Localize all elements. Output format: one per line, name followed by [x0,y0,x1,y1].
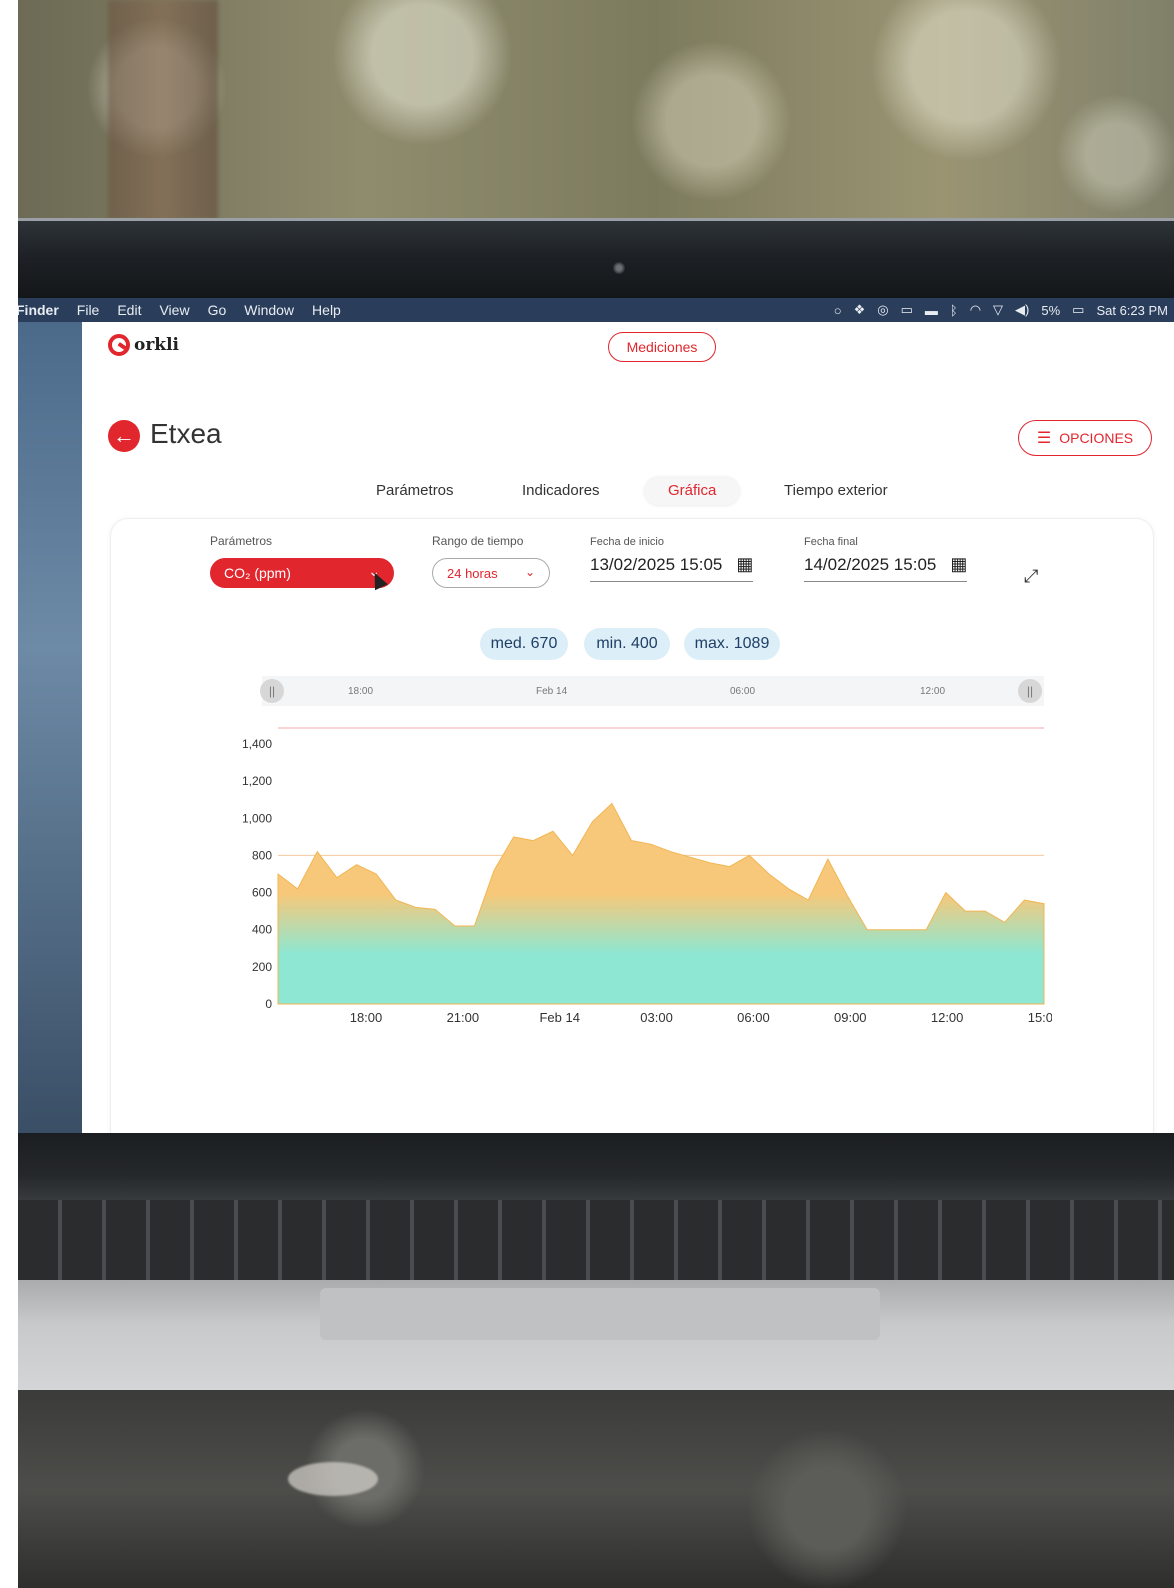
bluetooth-icon[interactable]: ᛒ [950,303,958,318]
volume-icon[interactable]: ◀) [1015,302,1029,318]
parameter-select[interactable]: CO₂ (ppm) ⌄ [210,558,394,588]
expand-icon[interactable]: ⤢ [1024,566,1038,587]
display-icon[interactable]: ▭ [901,302,913,318]
tab-tiempo-exterior[interactable]: Tiempo exterior [784,482,888,499]
y-tick-label: 800 [252,848,272,862]
navigator-right-handle[interactable]: || [1018,679,1042,703]
y-tick-label: 600 [252,886,272,900]
airplay-icon[interactable]: ▽ [993,302,1003,318]
back-arrow-icon[interactable]: ← [108,420,140,452]
calendar-icon[interactable]: ▦ [736,554,753,574]
x-tick-label: Feb 14 [539,1010,579,1025]
x-tick-label: 15:00 [1028,1010,1052,1025]
x-tick-label: 21:00 [447,1010,480,1025]
menu-view[interactable]: View [159,302,189,318]
mediciones-button[interactable]: Mediciones [608,332,716,362]
x-tick-label: 09:00 [834,1010,867,1025]
page-title: Etxea [150,418,222,449]
orkli-logo[interactable]: orkli [108,334,179,356]
co2-area-chart: 0 200 400 600 800 1,000 1,200 1,400 18:00 21:00 Fe… [242,727,1052,1025]
start-date-value: 13/02/2025 15:05 [590,555,723,574]
time-range-select[interactable]: 24 horas ⌄ [432,558,550,588]
stat-average: med. 670 [480,628,568,660]
logo-text: orkli [134,335,179,355]
pebble [288,1462,378,1496]
webcam [613,262,625,274]
x-tick-label: 06:00 [737,1010,770,1025]
trackpad [320,1288,880,1340]
stat-max: max. 1089 [684,628,780,660]
start-date-label: Fecha de inicio [590,536,664,548]
end-date-value: 14/02/2025 15:05 [804,555,937,574]
orkli-logo-icon [108,334,130,356]
left-edge [0,0,18,1588]
range-label: Rango de tiempo [432,534,524,548]
menu-window[interactable]: Window [244,302,294,318]
navigator-tick: 18:00 [348,686,374,697]
menu-file[interactable]: File [77,302,100,318]
laptop-hinge [18,1133,1174,1203]
creative-cloud-icon[interactable]: ◎ [877,302,888,318]
desktop-background [18,322,82,1133]
menu-go[interactable]: Go [208,302,227,318]
navigator-tick: 06:00 [730,686,756,697]
stat-min: min. 400 [584,628,670,660]
y-tick-label: 400 [252,923,272,937]
calendar-icon[interactable]: ▦ [950,554,967,574]
menu-finder[interactable]: Finder [18,302,59,318]
start-date-field[interactable]: 13/02/2025 15:05 ▦ [590,554,754,582]
tab-parametros[interactable]: Parámetros [376,482,454,499]
menu-help[interactable]: Help [312,302,341,318]
end-date-field[interactable]: 14/02/2025 15:05 ▦ [804,554,968,582]
table-surface [18,1390,1174,1588]
dropbox-icon[interactable]: ❖ [854,302,866,318]
clock[interactable]: Sat 6:23 PM [1096,303,1168,318]
macos-menubar: Finder File Edit View Go Window Help ○ ❖… [18,298,1174,322]
y-tick-label: 0 [265,997,272,1011]
end-date-label: Fecha final [804,536,858,548]
orkli-app-window: orkli Mediciones ← Etxea ☰ OPCIONES Pará… [82,322,1174,1133]
parameter-value: CO₂ (ppm) [224,565,291,581]
laptop-bezel [18,218,1174,298]
navigator-left-handle[interactable]: || [260,679,284,703]
y-tick-label: 1,200 [242,774,272,788]
range-value: 24 horas [447,565,498,581]
navigator-tick: Feb 14 [536,686,568,697]
chevron-down-icon: ⌄ [524,565,535,579]
x-tick-label: 18:00 [350,1010,383,1025]
laptop-keyboard [18,1200,1174,1280]
param-label: Parámetros [210,534,273,548]
x-tick-label: 03:00 [640,1010,673,1025]
background-photo [18,0,1174,220]
y-tick-label: 1,000 [242,811,272,825]
keyboard-icon[interactable]: ▬ [925,303,938,318]
co2-area-series [277,802,1045,1005]
tab-indicadores[interactable]: Indicadores [522,482,600,499]
y-tick-label: 1,400 [242,737,272,751]
battery-percent: 5% [1041,302,1061,318]
sliders-icon: ☰ [1036,430,1052,447]
tab-grafica[interactable]: Gráfica [644,476,741,505]
menu-edit[interactable]: Edit [117,302,141,318]
wifi-icon[interactable]: ◠ [970,302,981,318]
time-navigator[interactable]: || 18:00 Feb 14 06:00 12:00 || [260,676,1044,706]
options-label: OPCIONES [1059,430,1134,446]
y-tick-label: 200 [252,960,272,974]
options-button[interactable]: ☰ OPCIONES [1018,420,1152,456]
laptop-screen: Finder File Edit View Go Window Help ○ ❖… [18,298,1174,1133]
navigator-tick: 12:00 [920,686,946,697]
battery-icon[interactable]: ▭ [1072,302,1084,318]
status-circle-icon[interactable]: ○ [834,303,842,318]
x-tick-label: 12:00 [931,1010,964,1025]
